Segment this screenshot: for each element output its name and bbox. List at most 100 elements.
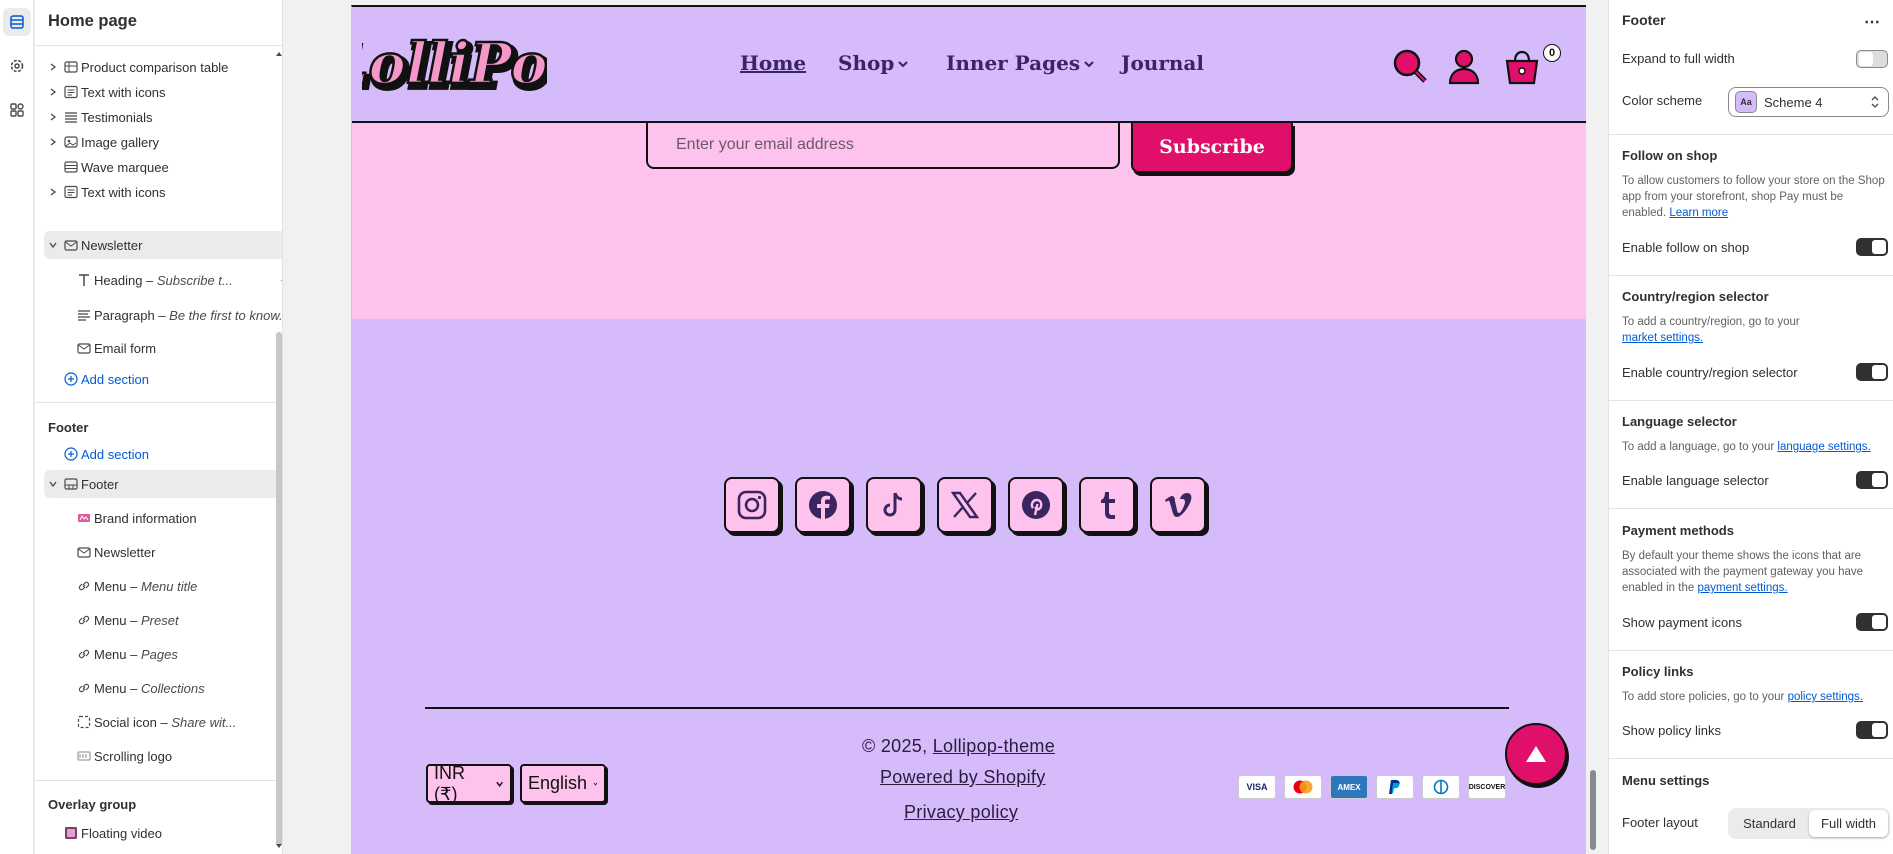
payment-toggle-label: Show payment icons (1622, 615, 1742, 630)
apps-icon[interactable] (3, 96, 31, 124)
section-footer[interactable]: Footer (44, 470, 282, 498)
chevron-right-icon[interactable] (48, 187, 58, 197)
policy-heading: Policy links (1622, 664, 1694, 679)
block-menu-preset[interactable]: Menu – Preset (44, 606, 282, 634)
link-icon (78, 649, 90, 659)
image-gallery-icon (64, 136, 78, 148)
store-link[interactable]: Lollipop-theme (933, 736, 1055, 756)
section-testimonials[interactable]: Testimonials (44, 103, 282, 131)
currency-value: INR (₹) (434, 762, 465, 804)
block-scrolling-logo[interactable]: Scrolling logo (44, 742, 282, 770)
section-label: Footer (81, 476, 119, 492)
facebook-link[interactable] (795, 477, 851, 533)
instagram-icon (737, 490, 767, 520)
expand-full-width-toggle[interactable] (1856, 50, 1888, 68)
section-text-with-icons[interactable]: Text with icons (44, 78, 282, 106)
section-label: Text with icons (81, 84, 166, 100)
section-text-with-icons-2[interactable]: Text with icons (44, 178, 282, 206)
block-menu-pages[interactable]: Menu – Pages (44, 640, 282, 668)
cart-bag-icon[interactable] (1502, 47, 1542, 87)
language-selector[interactable]: English (520, 764, 606, 803)
powered-by-link[interactable]: Powered by Shopify (880, 767, 1046, 787)
policy-settings-link[interactable]: policy settings. (1788, 691, 1863, 703)
cart-count-badge: 0 (1543, 44, 1561, 62)
payment-icons-toggle[interactable] (1856, 613, 1888, 631)
paypal-icon (1376, 775, 1414, 799)
pinterest-link[interactable] (1008, 477, 1064, 533)
section-product-comparison-table[interactable]: Product comparison table (44, 53, 282, 81)
scroll-up-arrow-icon[interactable] (275, 50, 283, 58)
language-value: English (528, 773, 588, 793)
market-settings-link[interactable]: market settings. (1622, 332, 1703, 344)
color-scheme-select[interactable]: Aa Scheme 4 (1728, 87, 1889, 117)
nav-shop[interactable]: Shop (838, 51, 909, 75)
policy-links-toggle[interactable] (1856, 721, 1888, 739)
diners-club-icon (1422, 775, 1460, 799)
preview-scrollbar[interactable] (1587, 5, 1599, 854)
payment-heading: Payment methods (1622, 523, 1734, 538)
learn-more-link[interactable]: Learn more (1669, 207, 1728, 219)
theme-settings-gear-icon[interactable] (3, 52, 31, 80)
block-menu-title[interactable]: Menu – Menu title (44, 572, 282, 600)
instagram-link[interactable] (724, 477, 780, 533)
nav-journal[interactable]: Journal (1121, 51, 1204, 75)
block-label: Newsletter (94, 544, 156, 560)
tiktok-link[interactable] (866, 477, 922, 533)
vimeo-link[interactable] (1150, 477, 1206, 533)
section-label: Wave marquee (81, 159, 169, 175)
block-email-form[interactable]: Email form (44, 334, 282, 362)
section-floating-video[interactable]: Floating video (44, 819, 282, 847)
chevron-right-icon[interactable] (48, 112, 58, 122)
mastercard-icon (1284, 775, 1322, 799)
privacy-policy-link[interactable]: Privacy policy (904, 802, 1018, 822)
scrollbar-thumb[interactable] (276, 332, 282, 846)
section-wave-marquee[interactable]: Wave marquee (44, 153, 282, 181)
subscribe-button[interactable]: Subscribe (1131, 123, 1293, 173)
country-selector-toggle[interactable] (1856, 363, 1888, 381)
footer-add-section-button[interactable]: Add section (44, 440, 282, 468)
nav-inner-pages[interactable]: Inner Pages (946, 51, 1095, 75)
block-menu-collections[interactable]: Menu – Collections (44, 674, 282, 702)
block-social-icon[interactable]: Social icon – Share wit... (44, 708, 282, 736)
layout-option-standard[interactable]: Standard (1730, 810, 1809, 837)
divider (1609, 134, 1893, 135)
account-icon[interactable] (1444, 47, 1484, 87)
block-label: Menu – (94, 612, 141, 628)
block-newsletter[interactable]: Newsletter (44, 538, 282, 566)
layout-option-full-width[interactable]: Full width (1809, 810, 1888, 837)
x-link[interactable] (937, 477, 993, 533)
sections-icon[interactable] (3, 8, 31, 36)
scroll-to-top-button[interactable] (1505, 723, 1567, 785)
chevron-down-icon[interactable] (48, 479, 58, 489)
lollipop-logo[interactable]: LolliPop LolliPop (362, 19, 547, 111)
footer-group-title: Footer (48, 420, 89, 435)
currency-selector[interactable]: INR (₹) (426, 762, 512, 804)
scroll-down-arrow-icon[interactable] (275, 842, 283, 850)
block-label: Heading – (94, 272, 157, 288)
tumblr-link[interactable] (1079, 477, 1135, 533)
follow-on-shop-toggle[interactable] (1856, 238, 1888, 256)
payment-settings-link[interactable]: payment settings. (1697, 582, 1787, 594)
scrollbar-thumb[interactable] (1590, 770, 1596, 850)
search-icon[interactable] (1391, 47, 1431, 87)
chevron-right-icon[interactable] (48, 137, 58, 147)
divider (1609, 758, 1893, 759)
block-brand-information[interactable]: Brand information (44, 504, 282, 532)
block-paragraph[interactable]: Paragraph – Be the first to know... (44, 301, 282, 329)
email-input[interactable]: Enter your email address (646, 123, 1120, 169)
section-image-gallery[interactable]: Image gallery (44, 128, 282, 156)
add-section-button[interactable]: Add section (44, 365, 282, 393)
language-selector-toggle[interactable] (1856, 471, 1888, 489)
block-detail: Pages (140, 646, 178, 662)
chevron-right-icon[interactable] (48, 62, 58, 72)
more-options-icon[interactable]: ⋯ (1864, 12, 1881, 32)
section-newsletter[interactable]: Newsletter (44, 231, 282, 259)
language-settings-link[interactable]: language settings. (1777, 441, 1870, 453)
chevron-down-icon[interactable] (48, 240, 58, 250)
chevron-right-icon[interactable] (48, 87, 58, 97)
left-panel-scrollbar[interactable] (275, 50, 283, 850)
block-heading[interactable]: Heading – Subscribe t... (44, 266, 282, 294)
payment-description: By default your theme shows the icons th… (1622, 548, 1890, 596)
footer-layout-segmented[interactable]: Standard Full width (1728, 808, 1890, 839)
nav-home[interactable]: Home (740, 51, 806, 75)
